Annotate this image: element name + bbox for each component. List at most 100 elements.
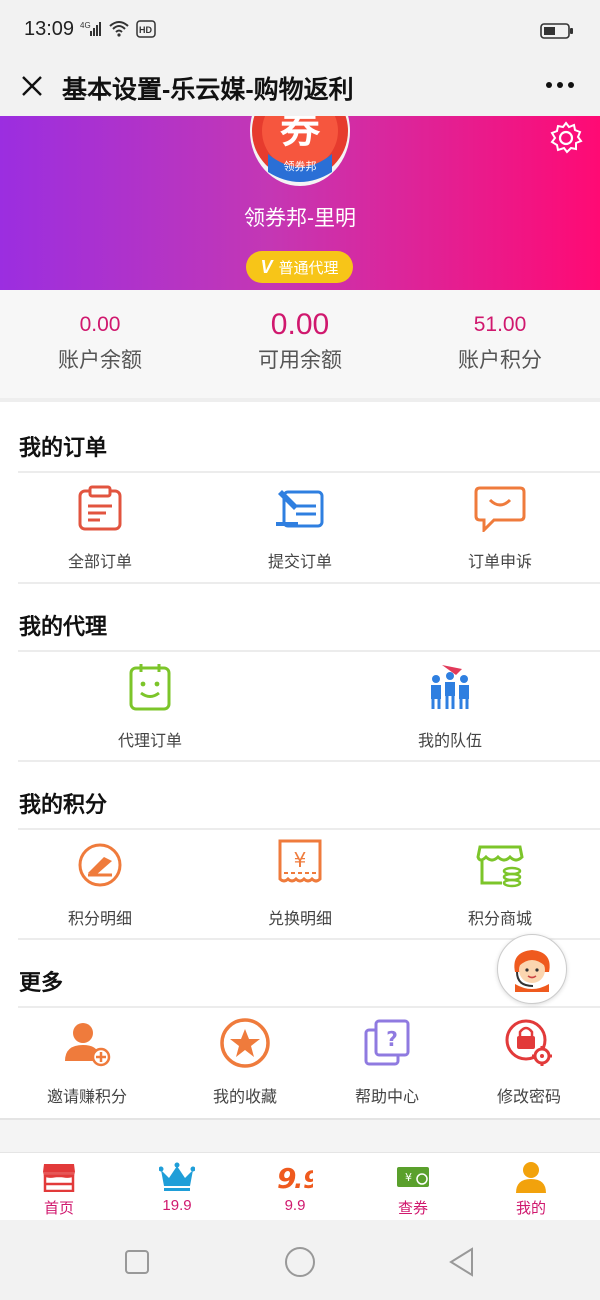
- user-icon: [472, 1159, 590, 1195]
- submit-order-icon: [272, 480, 328, 536]
- section-title-orders: 我的订单: [19, 435, 108, 460]
- divider: [18, 582, 600, 584]
- item-label: 代理订单: [117, 733, 182, 750]
- svg-text:¥: ¥: [294, 848, 307, 872]
- team-icon: [422, 659, 478, 715]
- svg-text:券: 券: [280, 116, 321, 152]
- tab-19-9[interactable]: 19.9: [118, 1153, 236, 1220]
- status-time: 13:09: [24, 18, 75, 40]
- stat-account-balance[interactable]: 0.00 账户余额: [0, 290, 200, 398]
- stat-label: 账户积分: [458, 349, 542, 372]
- page-title: 基本设置-乐云媒-购物返利: [62, 76, 354, 104]
- home-button[interactable]: [280, 1242, 320, 1282]
- svg-text:HD: HD: [139, 25, 152, 35]
- battery-icon: [540, 22, 574, 45]
- all-orders-button[interactable]: 全部订单: [0, 474, 200, 582]
- svg-text:?: ?: [386, 1027, 398, 1051]
- recent-apps-button[interactable]: [117, 1242, 157, 1282]
- status-bar: 13:09 4G HD: [0, 0, 600, 60]
- more-row: 邀请赚积分 我的收藏 ? 帮助中心 修改密码: [0, 1009, 600, 1117]
- order-complaint-button[interactable]: 订单申诉: [400, 474, 600, 582]
- svg-text:领券邦: 领券邦: [284, 159, 317, 173]
- item-label: 帮助中心: [354, 1089, 419, 1106]
- stat-label: 账户余额: [58, 349, 142, 372]
- more-options-icon[interactable]: [540, 70, 580, 100]
- customer-service-icon: [507, 942, 557, 997]
- change-password-button[interactable]: 修改密码: [458, 1009, 600, 1117]
- svg-text:.9: .9: [294, 1166, 313, 1192]
- item-label: 订单申诉: [467, 554, 532, 571]
- svg-text:4G: 4G: [80, 21, 91, 30]
- vip-icon: V: [260, 256, 273, 277]
- help-center-button[interactable]: ? 帮助中心: [316, 1009, 458, 1117]
- stat-available-balance[interactable]: 0.00 可用余额: [200, 290, 400, 398]
- account-stats: 0.00 账户余额 0.00 可用余额 51.00 账户积分: [0, 290, 600, 402]
- yen-ticket-icon: ¥: [272, 837, 328, 893]
- coupon-icon: ¥: [354, 1159, 472, 1195]
- submit-order-button[interactable]: 提交订单: [200, 474, 400, 582]
- section-title-points: 我的积分: [19, 792, 108, 817]
- divider: [18, 1006, 600, 1008]
- avatar[interactable]: 券 领券邦: [250, 116, 350, 186]
- my-team-button[interactable]: 我的队伍: [300, 653, 600, 761]
- crown-icon: [118, 1159, 236, 1195]
- points-store-button[interactable]: 积分商城: [400, 831, 600, 939]
- help-icon: ?: [359, 1015, 415, 1071]
- tab-label: 19.9: [162, 1197, 192, 1214]
- orders-row: 全部订单 提交订单 订单申诉: [0, 474, 600, 582]
- stat-value: 0.00: [79, 313, 121, 336]
- status-icons: 4G HD: [80, 20, 156, 38]
- wifi-icon: [108, 20, 130, 38]
- item-label: 邀请赚积分: [46, 1089, 127, 1106]
- section-title-more: 更多: [19, 970, 64, 995]
- points-detail-button[interactable]: 积分明细: [0, 831, 200, 939]
- signal-icon: 4G: [80, 20, 102, 38]
- points-detail-icon: [72, 837, 128, 893]
- settings-gear-icon[interactable]: [548, 120, 584, 156]
- tab-label: 首页: [43, 1200, 74, 1217]
- customer-service-button[interactable]: [497, 934, 567, 1004]
- item-label: 积分商城: [467, 911, 532, 928]
- item-label: 提交订单: [267, 554, 332, 571]
- my-favorites-button[interactable]: 我的收藏: [174, 1009, 316, 1117]
- item-label: 修改密码: [496, 1089, 561, 1106]
- tab-coupon[interactable]: ¥ 查券: [354, 1153, 472, 1220]
- tab-label: 9.9: [284, 1197, 306, 1214]
- system-navigation-bar: [0, 1220, 600, 1300]
- divider: [18, 760, 600, 762]
- item-label: 我的队伍: [417, 733, 482, 750]
- item-label: 全部订单: [67, 554, 132, 571]
- tab-bar: 首页 19.9 9.9 9.9 ¥ 查券 我的: [0, 1152, 600, 1220]
- exchange-detail-button[interactable]: ¥ 兑换明细: [200, 831, 400, 939]
- agent-orders-button[interactable]: 代理订单: [0, 653, 300, 761]
- tab-home[interactable]: 首页: [0, 1153, 118, 1220]
- stat-value: 51.00: [473, 313, 527, 336]
- content-bottom-band: [0, 1118, 600, 1152]
- item-label: 积分明细: [67, 911, 132, 928]
- tab-label: 我的: [515, 1200, 546, 1217]
- item-label: 兑换明细: [267, 911, 332, 928]
- back-button[interactable]: [442, 1242, 482, 1282]
- divider: [18, 650, 600, 652]
- agent-order-icon: [122, 659, 178, 715]
- tab-mine[interactable]: 我的: [472, 1153, 590, 1220]
- tab-9-9[interactable]: 9.9 9.9: [236, 1153, 354, 1220]
- clipboard-icon: [72, 480, 128, 536]
- level-badge: V 普通代理: [246, 251, 353, 283]
- tab-label: 查券: [397, 1200, 428, 1217]
- stat-account-points[interactable]: 51.00 账户积分: [400, 290, 600, 398]
- level-label: 普通代理: [278, 259, 339, 277]
- points-row: 积分明细 ¥ 兑换明细 积分商城: [0, 831, 600, 939]
- stat-value: 0.00: [270, 308, 330, 341]
- invite-points-button[interactable]: 邀请赚积分: [0, 1009, 174, 1117]
- divider: [18, 828, 600, 830]
- nine-nine-icon: 9.9: [236, 1159, 354, 1195]
- star-icon: [217, 1015, 273, 1071]
- username: 领券邦-里明: [244, 207, 356, 230]
- close-icon[interactable]: [16, 70, 48, 102]
- lock-icon: [501, 1015, 557, 1071]
- shop-icon: [0, 1159, 118, 1195]
- chat-bubble-icon: [472, 480, 528, 536]
- divider: [18, 471, 600, 473]
- invite-user-icon: [59, 1015, 115, 1071]
